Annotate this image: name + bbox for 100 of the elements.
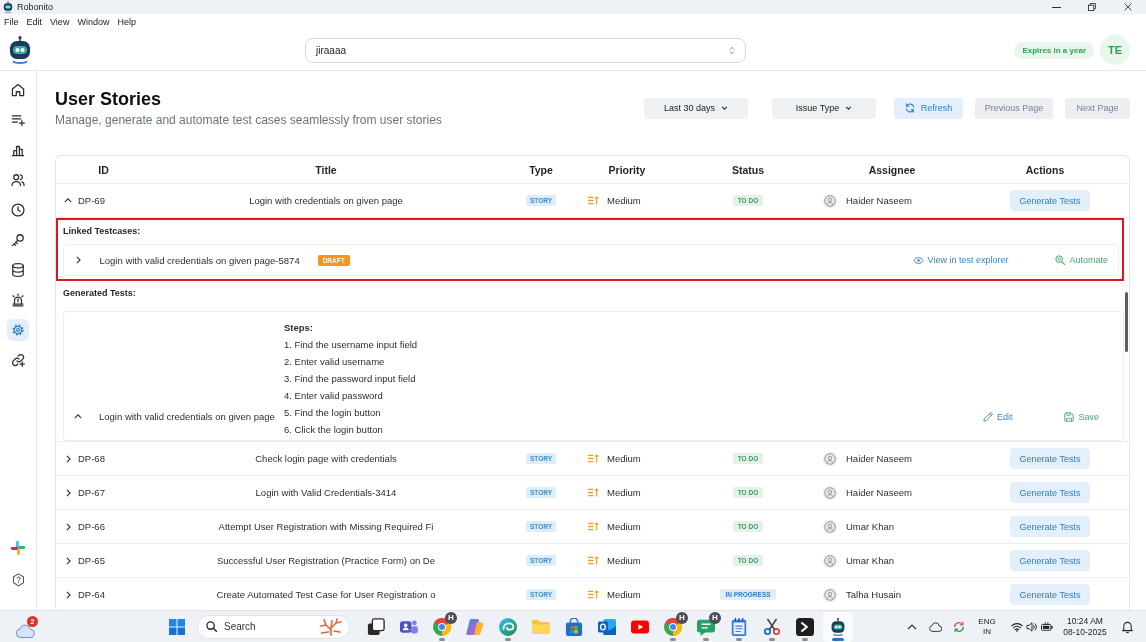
bar-chart-icon: [11, 143, 25, 157]
bars-up-arrow-icon: [588, 454, 599, 463]
bars-up-arrow-icon: [588, 556, 599, 565]
user-avatar[interactable]: TE: [1100, 35, 1130, 65]
view-in-explorer-link[interactable]: View in test explorer: [912, 255, 1009, 265]
cloud-icon[interactable]: [928, 621, 942, 632]
taskbar-button[interactable]: H: [658, 611, 688, 642]
eye-icon: [912, 256, 924, 264]
menu-item[interactable]: Edit: [22, 16, 47, 28]
automate-link[interactable]: Automate: [1055, 255, 1108, 265]
column-header: Assignee: [867, 162, 917, 178]
story-title: Attempt User Registration with Missing Required Fi: [218, 521, 434, 532]
wifi-icon[interactable]: [1011, 621, 1023, 632]
priority-label: Medium: [607, 555, 641, 566]
link-plus-icon: [11, 353, 25, 367]
step-text: 4. Enter valid password: [284, 389, 384, 403]
project-select[interactable]: jiraaaa: [305, 37, 746, 63]
battery-icon[interactable]: [1041, 622, 1053, 631]
edit-button[interactable]: Edit: [982, 412, 1013, 422]
scrollbar-thumb: [1125, 292, 1128, 352]
search-field[interactable]: Search: [197, 614, 350, 639]
pencil-icon: [982, 412, 993, 422]
issue-id: DP-66: [78, 521, 105, 532]
license-status: Expires in a year: [1014, 41, 1094, 59]
section-heading: Generated Tests:: [63, 287, 137, 299]
chevron-right-icon[interactable]: [65, 488, 71, 497]
column-header: Priority: [607, 162, 647, 178]
robot-logo-icon: [8, 36, 32, 64]
menu-item[interactable]: View: [46, 16, 74, 28]
clock-icon: [11, 203, 25, 217]
pinwheel-icon[interactable]: [10, 540, 26, 556]
bars-up-arrow-icon: [588, 590, 599, 599]
avatar-icon: [823, 587, 837, 602]
taskbar-button[interactable]: [823, 611, 853, 642]
gear-icon: [11, 323, 25, 337]
help-icon[interactable]: [11, 573, 25, 587]
chevron-right-icon[interactable]: [65, 590, 71, 599]
date-filter-button[interactable]: Last 30 days: [644, 97, 748, 119]
minimize-icon: [1051, 6, 1061, 8]
generate-tests-button[interactable]: Generate Tests: [1010, 516, 1090, 537]
notepad-icon: [730, 617, 748, 636]
four-squares-icon: [169, 618, 185, 635]
generate-tests-button[interactable]: Generate Tests: [1010, 584, 1090, 605]
story-title: Check login page with credentials: [255, 453, 397, 464]
chevron-right-icon[interactable]: [65, 522, 71, 531]
close-icon: [1124, 3, 1132, 11]
profile-badge: H: [445, 611, 457, 624]
restore-icon: [1088, 3, 1096, 11]
issue-type-button[interactable]: Issue Type: [772, 97, 876, 119]
menu-item[interactable]: Window: [73, 16, 114, 28]
generate-tests-button[interactable]: Generate Tests: [1010, 448, 1090, 469]
chevron-down-icon: [845, 106, 853, 110]
story-title: Successful User Registration (Practice Form) on De: [216, 555, 435, 566]
save-button[interactable]: Save: [1064, 412, 1099, 422]
chevron-up-icon[interactable]: [907, 623, 917, 630]
swirl-circle-icon: [499, 617, 517, 636]
menu-item[interactable]: File: [0, 16, 23, 28]
chevron-right-icon[interactable]: [65, 556, 71, 565]
priority-label: Medium: [607, 487, 641, 498]
page-title: User Stories: [55, 88, 163, 110]
refresh-button[interactable]: Refresh: [894, 97, 963, 119]
profile-badge: H: [676, 611, 688, 624]
story-title: Login with Valid Credentials-3414: [255, 487, 397, 498]
menu-item[interactable]: Help: [113, 16, 140, 28]
issue-id: DP-65: [78, 555, 105, 566]
generate-tests-button[interactable]: Generate Tests: [1010, 190, 1090, 211]
chevron-up-icon[interactable]: [64, 198, 72, 203]
language-button[interactable]: ENG IN: [975, 616, 999, 637]
play-tile-icon: [631, 617, 649, 636]
search-icon: [206, 621, 217, 632]
avatar-icon: [823, 519, 837, 534]
sync-icon[interactable]: [953, 620, 965, 633]
chevron-up-icon[interactable]: [74, 414, 82, 419]
generate-tests-button[interactable]: Generate Tests: [1010, 550, 1090, 571]
taskbar-button[interactable]: H: [691, 611, 721, 642]
column-header: Status: [730, 162, 766, 178]
avatar-icon: [823, 485, 837, 500]
section-heading: Linked Testcases:: [63, 225, 142, 237]
generate-tests-button[interactable]: Generate Tests: [1010, 482, 1090, 503]
cloud-icon: [15, 623, 35, 638]
folder-icon: [532, 617, 550, 636]
chevron-right-icon[interactable]: [75, 256, 81, 264]
clock-button[interactable]: 10:24 AM 08-10-2025: [1062, 615, 1108, 638]
taskbar-button[interactable]: H: [427, 611, 457, 642]
page-subtitle: Manage, generate and automate test cases seamlessly from user stories: [55, 112, 442, 128]
testcase-name: Login with valid credentials on given page-5874: [99, 254, 300, 266]
shopping-bag-icon: [565, 617, 583, 636]
step-text: 5. Find the login button: [284, 406, 382, 420]
chevron-right-icon[interactable]: [65, 454, 71, 463]
priority-label: Medium: [607, 521, 641, 532]
avatar-icon: [823, 451, 837, 466]
assignee-name: Haider Naseem: [846, 195, 912, 206]
priority-label: Medium: [607, 589, 641, 600]
bell-icon[interactable]: [1122, 620, 1133, 633]
test-name: Login with valid credentials on given page: [99, 411, 275, 422]
siren-icon: [11, 293, 25, 307]
assignee-name: Umar Khan: [846, 521, 895, 532]
bars-up-arrow-icon: [588, 196, 599, 205]
speaker-icon[interactable]: [1026, 621, 1038, 632]
save-icon: [1064, 412, 1075, 422]
